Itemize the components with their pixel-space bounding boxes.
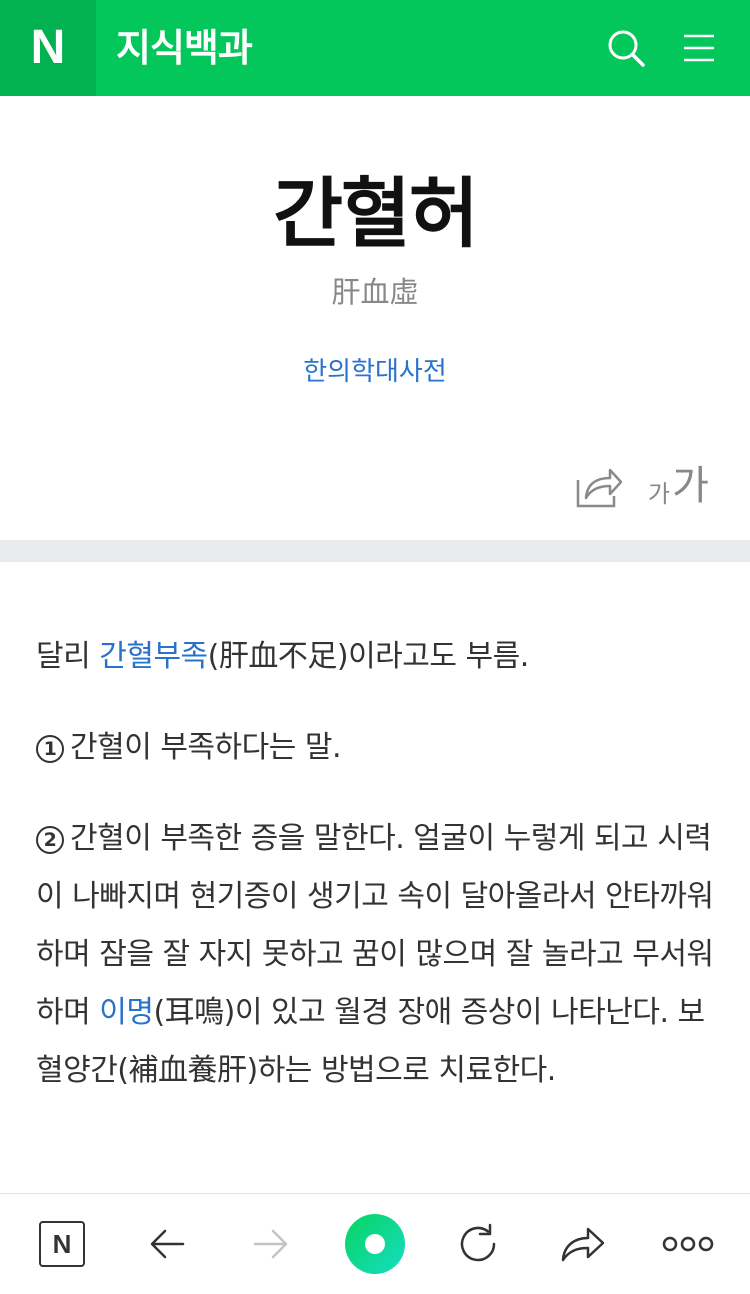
page-title: 간혈허 bbox=[273, 169, 479, 258]
circled-number-2: 2 bbox=[36, 826, 64, 854]
forward-arrow-icon[interactable] bbox=[241, 1214, 301, 1274]
naver-logo-letter: N bbox=[30, 21, 66, 74]
link-imyeong[interactable]: 이명 bbox=[99, 995, 154, 1030]
section-divider bbox=[0, 540, 750, 562]
search-icon[interactable] bbox=[602, 24, 650, 72]
source-link[interactable]: 한의학대사전 bbox=[303, 357, 447, 387]
source-dictionary-link: 한의학대사전 bbox=[0, 352, 750, 392]
text-segment: (肝血不足)이라고도 부름. bbox=[207, 639, 530, 674]
top-bar: N 지식백과 bbox=[0, 0, 750, 96]
brand-title[interactable]: 지식백과 bbox=[116, 0, 253, 96]
back-arrow-icon[interactable] bbox=[137, 1214, 197, 1274]
paragraph-definition-2: 2 간혈이 부족한 증을 말한다. 얼굴이 누렇게 되고 시력이 나빠지며 현기증… bbox=[36, 810, 726, 1100]
more-icon[interactable] bbox=[658, 1214, 718, 1274]
circled-number-1: 1 bbox=[36, 735, 64, 763]
naver-logo[interactable]: N bbox=[0, 0, 96, 96]
font-size-large-label: 가 bbox=[672, 463, 709, 509]
font-size-button[interactable]: 가 가 bbox=[648, 458, 709, 512]
link-ganhyeolbujok[interactable]: 간혈부족 bbox=[99, 639, 208, 674]
naver-home-icon[interactable]: N bbox=[32, 1214, 92, 1274]
text-segment: 달리 bbox=[36, 639, 100, 674]
text-segment: 간혈이 부족하다는 말. bbox=[70, 730, 342, 765]
share-icon[interactable] bbox=[574, 462, 624, 510]
menu-icon[interactable] bbox=[675, 24, 723, 72]
green-dot-icon[interactable] bbox=[345, 1214, 405, 1274]
article-body: 달리 간혈부족(肝血不足)이라고도 부름. 1 간혈이 부족하다는 말. 2 간혈이… bbox=[36, 628, 726, 1100]
reload-icon[interactable] bbox=[449, 1214, 509, 1274]
paragraph-alias: 달리 간혈부족(肝血不足)이라고도 부름. bbox=[36, 628, 726, 686]
bottom-navigation-bar: N bbox=[0, 1193, 750, 1294]
paragraph-definition-1: 1 간혈이 부족하다는 말. bbox=[36, 719, 726, 777]
home-logo-letter: N bbox=[52, 1228, 72, 1259]
title-hanja: 肝血虛 bbox=[331, 275, 419, 309]
share-icon[interactable] bbox=[553, 1214, 613, 1274]
font-size-small-label: 가 bbox=[648, 480, 671, 508]
